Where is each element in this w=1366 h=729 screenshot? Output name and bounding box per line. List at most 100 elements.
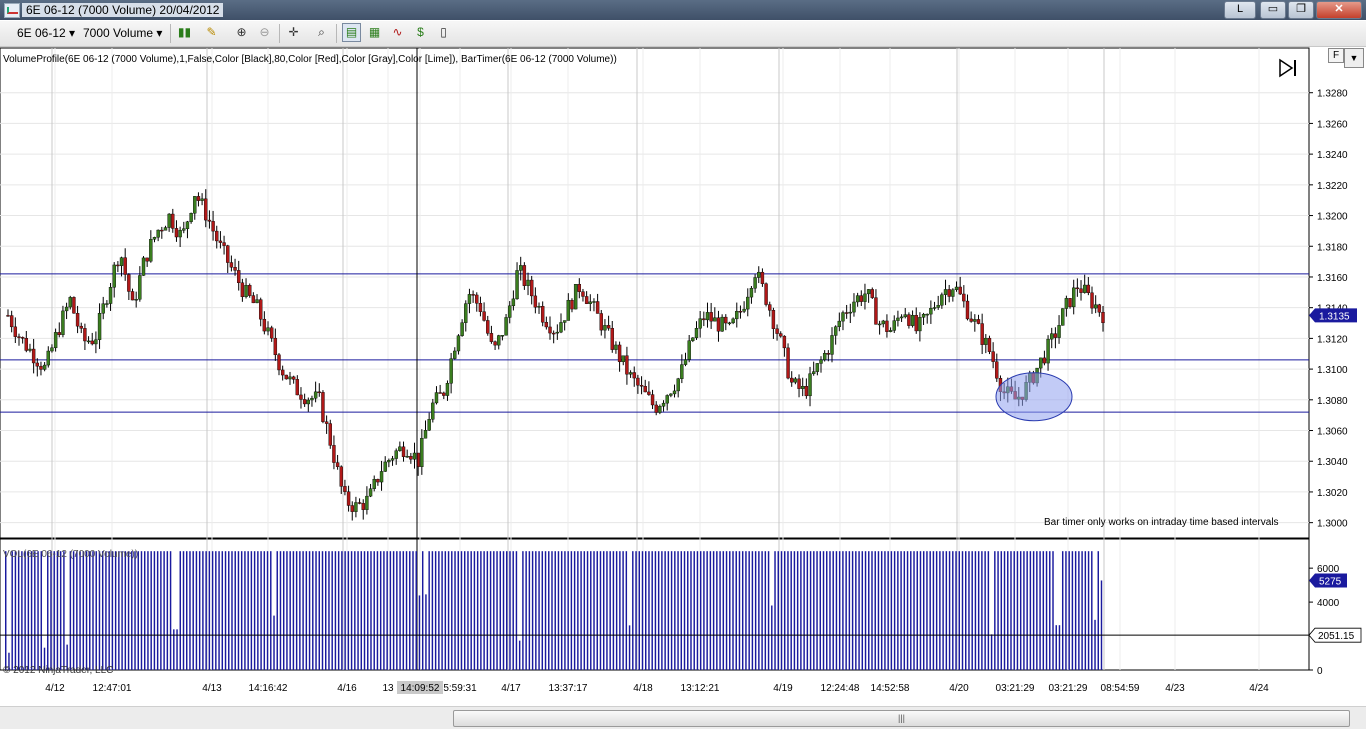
down-candle bbox=[321, 392, 325, 422]
volume-bar bbox=[1087, 551, 1090, 670]
volume-bar bbox=[835, 551, 838, 670]
price-tick-label: 1.3040 bbox=[1317, 457, 1348, 468]
down-candle bbox=[240, 282, 245, 298]
up-candle bbox=[94, 339, 98, 345]
up-candle bbox=[152, 237, 157, 240]
maximize-button[interactable]: ❐ bbox=[1288, 1, 1314, 19]
volume-bar bbox=[169, 551, 172, 670]
volume-bar bbox=[890, 551, 893, 670]
properties-icon[interactable]: ▯ bbox=[435, 24, 452, 41]
chart-toolbar: 6E 06-12 ▾ 7000 Volume ▾ ▮▮ ✎ ⊕ ⊖ ✛ ⌕ ▤ … bbox=[0, 21, 1366, 47]
down-candle bbox=[529, 279, 534, 297]
volume-bar bbox=[939, 551, 941, 670]
volume-bar bbox=[602, 551, 605, 670]
down-candle bbox=[401, 446, 406, 457]
volume-bar bbox=[712, 551, 715, 670]
up-candle bbox=[105, 303, 109, 305]
up-candle bbox=[896, 317, 900, 321]
volume-bar bbox=[1058, 625, 1061, 670]
volume-bar bbox=[1026, 551, 1028, 670]
volume-bar bbox=[709, 551, 712, 670]
volume-bar bbox=[231, 551, 233, 670]
volume-bar bbox=[796, 551, 799, 670]
down-candle bbox=[339, 466, 343, 487]
volume-bar bbox=[606, 551, 608, 670]
link-button[interactable]: L bbox=[1224, 1, 1256, 19]
up-candle bbox=[101, 303, 105, 314]
up-candle bbox=[178, 230, 182, 238]
indicator-icon[interactable]: ∿ bbox=[389, 24, 406, 41]
volume-bar bbox=[451, 551, 453, 670]
scrollbar-thumb[interactable]: ||| bbox=[453, 710, 1350, 727]
close-button[interactable]: ✕ bbox=[1316, 1, 1362, 19]
up-candle bbox=[379, 471, 384, 483]
volume-bar bbox=[105, 551, 107, 670]
volume-bar bbox=[670, 551, 673, 670]
indicator-label: VolumeProfile(6E 06-12 (7000 Volume),1,F… bbox=[3, 54, 617, 65]
bar-chart-icon[interactable]: ▤ bbox=[342, 23, 361, 42]
highlight-ellipse bbox=[995, 372, 1073, 422]
f-button[interactable]: F bbox=[1328, 48, 1344, 63]
magnify-icon[interactable]: ⌕ bbox=[313, 24, 330, 41]
zoom-in-icon[interactable]: ⊕ bbox=[233, 24, 250, 41]
volume-bar bbox=[509, 551, 511, 670]
pencil-draw-icon[interactable]: ✎ bbox=[203, 24, 220, 41]
down-candle bbox=[335, 462, 340, 467]
down-candle bbox=[654, 404, 658, 413]
up-candle bbox=[954, 286, 959, 290]
price-chart[interactable]: 1.3280 1.3260 1.3240 1.3220 1.3200 1.3180 1.31… bbox=[0, 47, 1366, 706]
volume-bar bbox=[696, 551, 699, 670]
down-candle bbox=[1101, 312, 1105, 324]
crosshair-icon[interactable]: ✛ bbox=[285, 24, 302, 41]
volume-bar bbox=[312, 551, 314, 670]
candlestick-style-icon[interactable]: ▮▮ bbox=[176, 24, 193, 41]
volume-bar bbox=[1061, 551, 1064, 670]
down-candle bbox=[870, 289, 874, 298]
up-candle bbox=[749, 288, 754, 298]
up-candle bbox=[932, 307, 937, 309]
up-candle bbox=[149, 239, 153, 262]
volume-bar bbox=[525, 551, 527, 670]
volume-bar bbox=[845, 551, 847, 670]
interval-selector[interactable]: 7000 Volume ▾ bbox=[83, 25, 162, 42]
up-candle bbox=[753, 277, 757, 289]
volume-bar bbox=[127, 551, 130, 670]
price-panel bbox=[0, 47, 1310, 539]
down-candle bbox=[1090, 292, 1094, 309]
volume-bar bbox=[370, 551, 372, 670]
time-axis-label: 12:47:01 bbox=[93, 683, 132, 694]
down-candle bbox=[72, 297, 76, 314]
app-chart-icon bbox=[4, 3, 20, 18]
up-candle bbox=[811, 371, 816, 374]
horizontal-scrollbar[interactable]: ||| bbox=[0, 706, 1366, 729]
volume-bar bbox=[263, 551, 266, 670]
up-candle bbox=[918, 317, 922, 332]
price-tick-label: 1.3100 bbox=[1317, 365, 1348, 376]
instrument-selector[interactable]: 6E 06-12 ▾ bbox=[17, 25, 75, 42]
up-candle bbox=[138, 275, 142, 300]
minimize-button[interactable]: ▭ bbox=[1260, 1, 1286, 19]
volume-bar bbox=[24, 551, 26, 670]
down-candle bbox=[610, 328, 614, 350]
up-candle bbox=[661, 402, 666, 407]
up-candle bbox=[1039, 357, 1043, 369]
chevron-down-icon[interactable]: ▼ bbox=[1344, 48, 1364, 68]
dollar-icon[interactable]: $ bbox=[412, 24, 429, 41]
volume-bar bbox=[648, 551, 650, 670]
zoom-out-icon[interactable]: ⊖ bbox=[256, 24, 273, 41]
volume-bar bbox=[279, 551, 282, 670]
volume-bar bbox=[211, 551, 214, 670]
up-candle bbox=[306, 399, 311, 405]
skip-to-end-icon[interactable] bbox=[1278, 58, 1300, 78]
strategy-icon[interactable]: ▦ bbox=[366, 24, 383, 41]
down-candle bbox=[90, 340, 94, 345]
up-candle bbox=[746, 296, 750, 310]
volume-bar bbox=[383, 551, 385, 670]
volume-bar bbox=[861, 551, 864, 670]
time-axis-label: 4/13 bbox=[202, 683, 222, 694]
down-candle bbox=[204, 198, 208, 221]
volume-bar bbox=[706, 551, 708, 670]
up-candle bbox=[1082, 284, 1087, 293]
up-candle bbox=[833, 326, 838, 336]
volume-bar bbox=[21, 551, 23, 670]
